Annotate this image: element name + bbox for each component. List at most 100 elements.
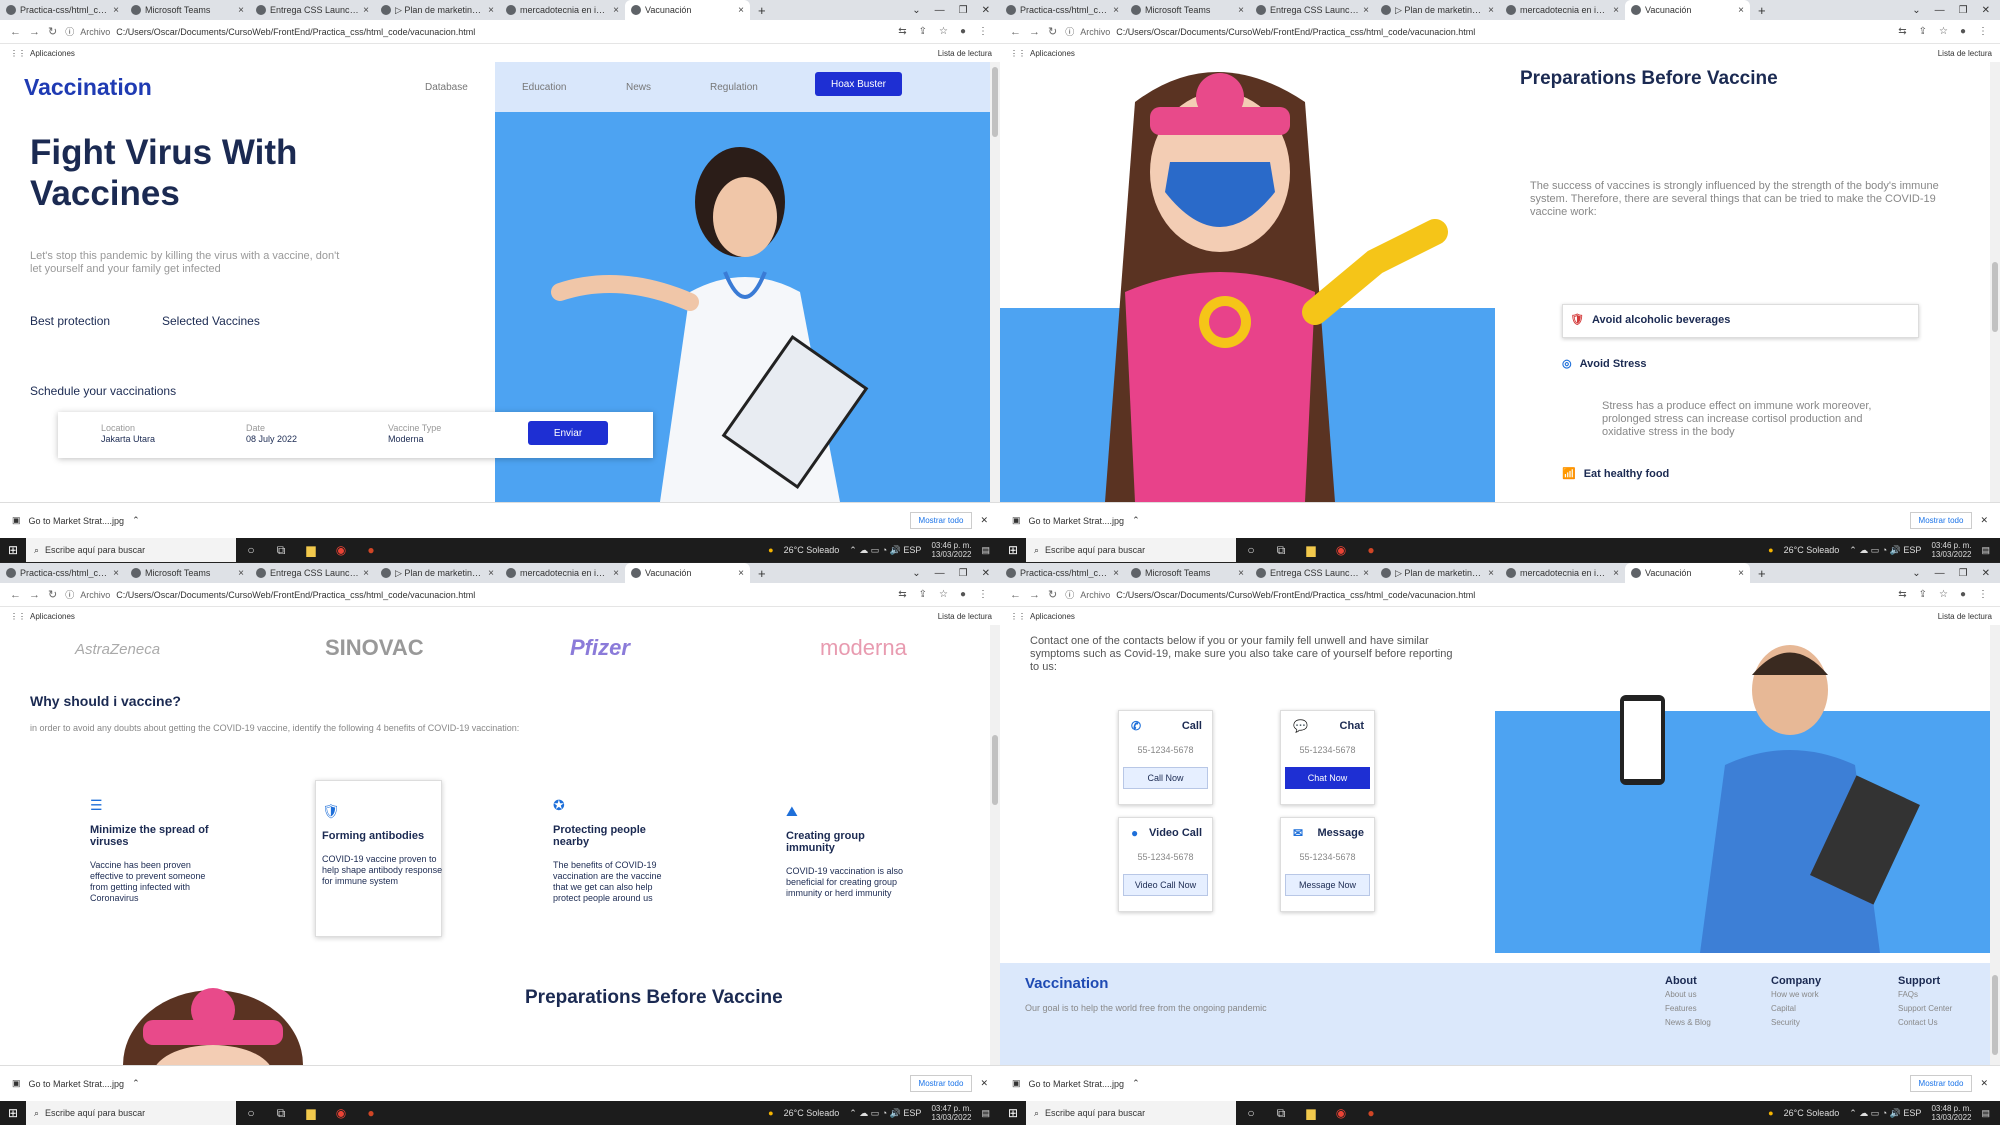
maximize-icon[interactable]: ❐ <box>959 568 968 579</box>
maximize-icon[interactable]: ❐ <box>1959 5 1968 16</box>
close-icon[interactable]: × <box>1238 5 1244 16</box>
forward-icon[interactable]: → <box>1029 589 1040 601</box>
tray-icons[interactable]: ⌃ ☁ ▭ ◔ 🔊 ESP <box>1849 1108 1921 1119</box>
reading-list[interactable]: Lista de lectura <box>1938 612 2000 621</box>
info-icon[interactable]: ⓘ <box>65 588 74 601</box>
vaccine-type-field[interactable]: Vaccine Type Moderna <box>388 423 441 445</box>
browser-tab[interactable]: Entrega CSS LaunchX × <box>1250 0 1375 20</box>
video-call-now-button[interactable]: Video Call Now <box>1123 874 1208 896</box>
chrome-icon[interactable]: ◉ <box>1326 543 1356 557</box>
share-icon[interactable]: ⇪ <box>919 589 927 600</box>
show-all-button[interactable]: Mostrar todo <box>1909 512 1973 529</box>
location-field[interactable]: Location Jakarta Utara <box>101 423 155 445</box>
browser-tab[interactable]: Microsoft Teams × <box>1125 563 1250 583</box>
windows-start-icon[interactable]: ⊞ <box>0 543 26 557</box>
footer-link[interactable]: Security <box>1771 1016 1821 1030</box>
avatar[interactable]: ● <box>960 589 966 600</box>
reload-icon[interactable]: ↻ <box>48 588 57 601</box>
footer-link[interactable]: Features <box>1665 1002 1711 1016</box>
menu-icon[interactable]: ⋮ <box>978 26 988 37</box>
browser-tab[interactable]: Practica-css/html_code at ma...× <box>1000 0 1125 20</box>
clock[interactable]: 03:46 p. m. 13/03/2022 <box>931 541 971 559</box>
close-icon[interactable]: × <box>1363 568 1369 579</box>
footer-link[interactable]: Support Center <box>1898 1002 1952 1016</box>
forward-icon[interactable]: → <box>29 26 40 38</box>
menu-icon[interactable]: ⋮ <box>978 589 988 600</box>
show-all-button[interactable]: Mostrar todo <box>909 512 973 529</box>
notification-icon[interactable]: ▤ <box>981 545 990 556</box>
minimize-icon[interactable]: — <box>935 5 945 16</box>
taskbar-search[interactable]: ⌕ Escribe aquí para buscar <box>1026 1101 1236 1125</box>
tip-stress[interactable]: ◎ Avoid Stress <box>1562 357 1646 371</box>
forward-icon[interactable]: → <box>1029 26 1040 38</box>
chrome-icon[interactable]: ◉ <box>326 1106 356 1120</box>
notification-icon[interactable]: ▤ <box>1981 1108 1990 1119</box>
scrollbar[interactable] <box>1990 625 2000 1065</box>
download-item[interactable]: Go to Market Strat....jpg <box>29 1079 125 1089</box>
chevron-down-icon[interactable]: ⌄ <box>1912 568 1920 579</box>
weather-text[interactable]: 26°C Soleado <box>1784 545 1840 555</box>
close-icon[interactable]: × <box>488 568 494 579</box>
task-view-icon[interactable]: ⧉ <box>266 543 296 558</box>
folder-icon[interactable]: ▆ <box>1296 1106 1326 1120</box>
browser-tab[interactable]: Vacunación × <box>1625 0 1750 20</box>
browser-tab[interactable]: ▷ Plan de marketing: qué es... × <box>1375 563 1500 583</box>
powerpoint-icon[interactable]: ● <box>356 1106 386 1120</box>
maximize-icon[interactable]: ❐ <box>959 5 968 16</box>
back-icon[interactable]: ← <box>1010 589 1021 601</box>
minimize-icon[interactable]: — <box>1935 5 1945 16</box>
url-field[interactable]: ⓘ Archivo C:/Users/Oscar/Documents/CursoWe… <box>1065 25 1475 38</box>
browser-tab[interactable]: Practica-css/html_code at ma...× <box>0 0 125 20</box>
info-icon[interactable]: ⓘ <box>1065 25 1074 38</box>
new-tab-button[interactable]: + <box>1750 566 1774 581</box>
browser-tab[interactable]: Vacunación × <box>1625 563 1750 583</box>
close-icon[interactable]: × <box>238 5 244 16</box>
chevron-up-icon[interactable]: ⌃ <box>132 515 140 526</box>
reload-icon[interactable]: ↻ <box>1048 588 1057 601</box>
close-downloads-button[interactable]: ✕ <box>1980 1078 1988 1089</box>
date-field[interactable]: Date 08 July 2022 <box>246 423 297 445</box>
back-icon[interactable]: ← <box>10 589 21 601</box>
share-icon[interactable]: ⇪ <box>1919 26 1927 37</box>
apps-icon[interactable]: ⋮⋮ <box>10 612 26 621</box>
close-icon[interactable]: × <box>363 5 369 16</box>
footer-logo[interactable]: Vaccination <box>1025 975 1108 992</box>
scrollbar[interactable] <box>990 62 1000 502</box>
close-window-icon[interactable]: ✕ <box>1982 5 1990 16</box>
close-icon[interactable]: × <box>1613 568 1619 579</box>
back-icon[interactable]: ← <box>1010 26 1021 38</box>
browser-tab[interactable]: Microsoft Teams × <box>125 563 250 583</box>
apps-icon[interactable]: ⋮⋮ <box>1010 612 1026 621</box>
windows-start-icon[interactable]: ⊞ <box>1000 1106 1026 1120</box>
weather-text[interactable]: 26°C Soleado <box>784 545 840 555</box>
chevron-down-icon[interactable]: ⌄ <box>1912 5 1920 16</box>
close-icon[interactable]: × <box>113 5 119 16</box>
nav-regulation[interactable]: Regulation <box>710 82 758 93</box>
tip-alcohol[interactable]: 🛡 Avoid alcoholic beverages <box>1570 313 1730 327</box>
taskbar-search[interactable]: ⌕ Escribe aquí para buscar <box>1026 538 1236 562</box>
windows-start-icon[interactable]: ⊞ <box>0 1106 26 1120</box>
close-icon[interactable]: × <box>1738 568 1744 579</box>
apps-bookmark[interactable]: Aplicaciones <box>1030 612 1075 621</box>
show-all-button[interactable]: Mostrar todo <box>1909 1075 1973 1092</box>
minimize-icon[interactable]: — <box>1935 568 1945 579</box>
task-view-icon[interactable]: ⧉ <box>266 1106 296 1121</box>
url-field[interactable]: ⓘ Archivo C:/Users/Oscar/Documents/CursoWe… <box>1065 588 1475 601</box>
taskbar-search[interactable]: ⌕ Escribe aquí para buscar <box>26 538 236 562</box>
clock[interactable]: 03:46 p. m. 13/03/2022 <box>1931 541 1971 559</box>
reload-icon[interactable]: ↻ <box>48 25 57 38</box>
reading-list[interactable]: Lista de lectura <box>1938 49 2000 58</box>
browser-tab[interactable]: Entrega CSS LaunchX × <box>250 563 375 583</box>
enviar-button[interactable]: Enviar <box>528 421 608 445</box>
scrollbar-thumb[interactable] <box>1992 262 1998 332</box>
footer-link[interactable]: News & Blog <box>1665 1016 1711 1030</box>
weather-text[interactable]: 26°C Soleado <box>784 1108 840 1118</box>
clock[interactable]: 03:47 p. m. 13/03/2022 <box>931 1104 971 1122</box>
close-window-icon[interactable]: ✕ <box>982 568 990 579</box>
call-now-button[interactable]: Call Now <box>1123 767 1208 789</box>
browser-tab[interactable]: Practica-css/html_code at ma...× <box>0 563 125 583</box>
minimize-icon[interactable]: — <box>935 568 945 579</box>
reading-list[interactable]: Lista de lectura <box>938 612 1000 621</box>
browser-tab[interactable]: Vacunación × <box>625 563 750 583</box>
forward-icon[interactable]: → <box>29 589 40 601</box>
